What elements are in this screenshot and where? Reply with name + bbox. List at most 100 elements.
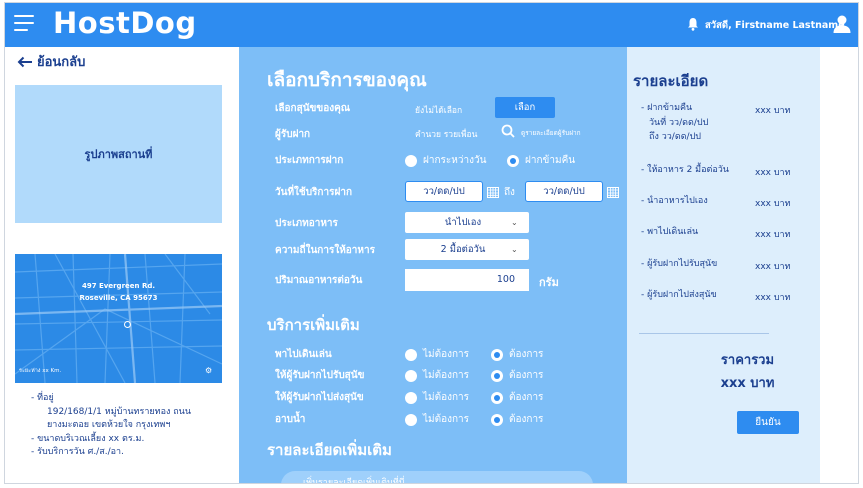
summary-item: - ผู้รับฝากไปส่งสุนัข bbox=[641, 288, 717, 303]
radio-no[interactable] bbox=[405, 348, 417, 361]
user-icon[interactable] bbox=[832, 14, 852, 34]
summary-title: รายละเอียด bbox=[633, 72, 709, 90]
app-frame: HostDog สวัสดี, Firstname Lastname ย้อนก… bbox=[4, 2, 859, 484]
summary-item-line: - ฝากข้ามคืน bbox=[641, 103, 693, 113]
extra-no-label: ไม่ต้องการ bbox=[423, 349, 470, 360]
summary-item: - นำอาหารไปเอง bbox=[641, 194, 708, 209]
date-to-input[interactable]: วว/ดด/ปป bbox=[525, 181, 603, 202]
food-type-label: ประเภทอาหาร bbox=[275, 218, 338, 229]
summary-item-line: - ผู้รับฝากไปส่งสุนัข bbox=[641, 290, 717, 300]
map-address-line1: 497 Evergreen Rd. bbox=[81, 282, 156, 290]
more-details-input[interactable]: เพิ่มรายละเอียดเพิ่มเติมที่นี่ bbox=[281, 471, 593, 483]
place-image-label: รูปภาพสถานที่ bbox=[84, 148, 153, 161]
extra-yes-option[interactable]: ต้องการ bbox=[491, 412, 543, 427]
form-title: เลือกบริการของคุณ bbox=[267, 69, 427, 91]
summary-item-line: วันที่ วว/ดด/ปป bbox=[649, 117, 709, 128]
extra-no-label: ไม่ต้องการ bbox=[423, 370, 470, 381]
calendar-icon[interactable] bbox=[607, 186, 619, 198]
food-type-select[interactable]: นำไปเอง ⌄ bbox=[405, 212, 529, 233]
confirm-button[interactable]: ยืนยัน bbox=[737, 411, 799, 434]
summary-item-price: xxx บาท bbox=[755, 293, 791, 303]
date-label: วันที่ใช้บริการฝาก bbox=[275, 187, 353, 198]
place-image: รูปภาพสถานที่ bbox=[15, 85, 222, 223]
divider bbox=[639, 333, 769, 334]
arrow-left-icon bbox=[17, 56, 32, 67]
select-dog-button[interactable]: เลือก bbox=[495, 97, 555, 118]
type-option-overnight-label: ฝากข้ามคืน bbox=[525, 155, 576, 166]
total-label: ราคารวม bbox=[720, 353, 775, 368]
radio-yes[interactable] bbox=[491, 413, 503, 426]
extra-no-option[interactable]: ไม่ต้องการ bbox=[405, 412, 469, 427]
sitter-detail-link[interactable]: ดูรายละเอียดผู้รับฝาก bbox=[521, 128, 581, 138]
extra-no-label: ไม่ต้องการ bbox=[423, 392, 470, 403]
chevron-down-icon: ⌄ bbox=[511, 245, 518, 254]
map-streets bbox=[15, 254, 222, 383]
map-address-line2: Roseville, CA 95673 bbox=[79, 294, 158, 302]
service-days-info: - รับบริการวัน ศ./ส./อา. bbox=[31, 447, 124, 458]
amount-input[interactable]: 100 bbox=[405, 269, 529, 291]
more-details-title: รายละเอียดเพิ่มเติม bbox=[267, 441, 392, 459]
radio-yes[interactable] bbox=[491, 348, 503, 361]
calendar-icon[interactable] bbox=[487, 186, 499, 198]
food-type-value: นำไปเอง bbox=[444, 217, 482, 228]
summary-item: - ฝากข้ามคืน วันที่ วว/ดด/ปป ถึง วว/ดด/ป… bbox=[641, 101, 708, 145]
date-from-input[interactable]: วว/ดด/ปป bbox=[405, 181, 483, 202]
search-icon[interactable] bbox=[501, 124, 515, 138]
chevron-down-icon: ⌄ bbox=[511, 218, 518, 227]
map-distance: ระยะห่าง xx Km. bbox=[19, 368, 62, 374]
amount-label: ปริมาณอาหารต่อวัน bbox=[275, 275, 363, 286]
summary-item-line: - พาไปเดินเล่น bbox=[641, 227, 699, 237]
map-address: 497 Evergreen Rd. Roseville, CA 95673 bbox=[15, 280, 222, 304]
extra-no-option[interactable]: ไม่ต้องการ bbox=[405, 390, 469, 405]
type-label: ประเภทการฝาก bbox=[275, 155, 344, 166]
radio-overnight[interactable] bbox=[507, 154, 519, 167]
summary-item-price: xxx บาท bbox=[755, 168, 791, 178]
type-option-overnight[interactable]: ฝากข้ามคืน bbox=[507, 153, 575, 168]
gear-icon[interactable]: ⚙ bbox=[205, 366, 212, 375]
back-link[interactable]: ย้อนกลับ bbox=[17, 51, 85, 72]
menu-icon[interactable] bbox=[14, 15, 34, 31]
summary-item: - ให้อาหาร 2 มื้อต่อวัน bbox=[641, 163, 729, 178]
extra-no-option[interactable]: ไม่ต้องการ bbox=[405, 368, 469, 383]
extra-yes-label: ต้องการ bbox=[509, 349, 544, 360]
brand-logo[interactable]: HostDog bbox=[53, 6, 197, 40]
sitter-label: ผู้รับฝาก bbox=[275, 129, 311, 140]
extra-yes-option[interactable]: ต้องการ bbox=[491, 347, 543, 362]
location-map[interactable]: 497 Evergreen Rd. Roseville, CA 95673 ระ… bbox=[15, 254, 222, 383]
user-greeting: สวัสดี, Firstname Lastname bbox=[705, 20, 845, 31]
bell-icon[interactable] bbox=[687, 17, 699, 31]
extra-yes-option[interactable]: ต้องการ bbox=[491, 368, 543, 383]
area-info: - ขนาดบริเวณเลี้ยง xx ตร.ม. bbox=[31, 433, 145, 444]
sitter-value: คำนวย รวยเพื่อน bbox=[415, 130, 478, 140]
service-form: เลือกบริการของคุณ เลือกสุนัขของคุณ ยังไม… bbox=[239, 47, 627, 483]
radio-yes[interactable] bbox=[491, 391, 503, 404]
summary-item-price: xxx บาท bbox=[755, 106, 791, 116]
extra-no-label: ไม่ต้องการ bbox=[423, 414, 470, 425]
dog-label: เลือกสุนัขของคุณ bbox=[275, 103, 351, 114]
page-margin bbox=[820, 47, 858, 483]
extra-label: อาบน้ำ bbox=[275, 414, 306, 425]
summary-item-price: xxx บาท bbox=[755, 230, 791, 240]
radio-no[interactable] bbox=[405, 369, 417, 382]
radio-no[interactable] bbox=[405, 413, 417, 426]
summary-item: - ผู้รับฝากไปรับสุนัข bbox=[641, 257, 717, 272]
radio-no[interactable] bbox=[405, 391, 417, 404]
back-label: ย้อนกลับ bbox=[37, 55, 86, 70]
extra-no-option[interactable]: ไม่ต้องการ bbox=[405, 347, 469, 362]
extra-yes-label: ต้องการ bbox=[509, 414, 544, 425]
radio-day[interactable] bbox=[405, 154, 417, 167]
extra-yes-option[interactable]: ต้องการ bbox=[491, 390, 543, 405]
total-value: xxx บาท bbox=[720, 376, 775, 391]
type-option-day-label: ฝากระหว่างวัน bbox=[423, 155, 487, 166]
frequency-select[interactable]: 2 มื้อต่อวัน ⌄ bbox=[405, 239, 529, 260]
top-bar: HostDog สวัสดี, Firstname Lastname bbox=[5, 3, 858, 47]
summary-item-line: - นำอาหารไปเอง bbox=[641, 196, 708, 206]
extra-yes-label: ต้องการ bbox=[509, 370, 544, 381]
radio-yes[interactable] bbox=[491, 369, 503, 382]
amount-unit: กรัม bbox=[539, 276, 559, 289]
map-pin-icon bbox=[124, 321, 131, 328]
dog-value: ยังไม่ได้เลือก bbox=[415, 106, 463, 116]
summary-panel: รายละเอียด - ฝากข้ามคืน วันที่ วว/ดด/ปป … bbox=[627, 47, 820, 483]
type-option-day[interactable]: ฝากระหว่างวัน bbox=[405, 153, 486, 168]
frequency-value: 2 มื้อต่อวัน bbox=[440, 244, 486, 255]
